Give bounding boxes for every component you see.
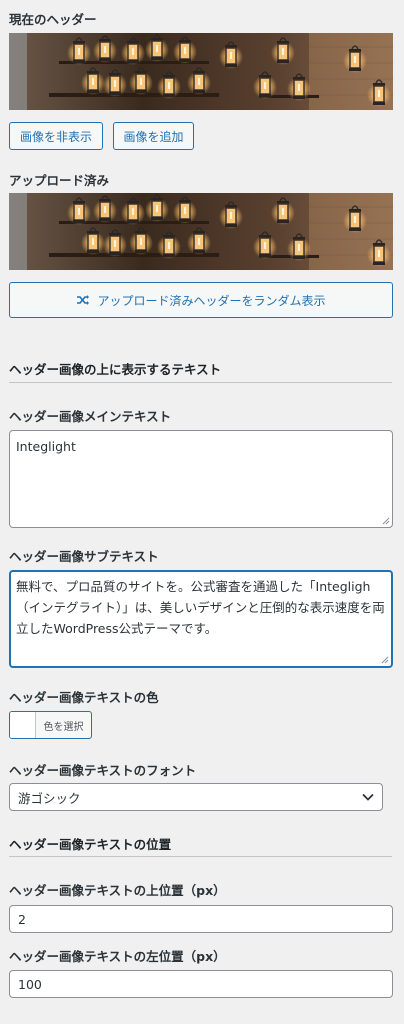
color-picker-label: 色を選択 <box>43 721 84 733</box>
section-divider <box>9 856 392 857</box>
text-top-value: 2 <box>18 911 26 927</box>
resize-handle-icon[interactable] <box>381 516 390 525</box>
sub-text-value: 無料で、プロ品質のサイトを。公式審査を通過した「Integligh（インテグライ… <box>16 579 385 636</box>
text-top-input[interactable]: 2 <box>9 905 393 933</box>
resize-handle-icon[interactable] <box>380 655 389 664</box>
uploaded-label: アップロード済み <box>9 173 110 188</box>
uploaded-header-image[interactable] <box>9 193 393 270</box>
text-left-label: ヘッダー画像テキストの左位置（px） <box>9 949 226 964</box>
text-color-label: ヘッダー画像テキストの色 <box>9 690 159 705</box>
color-picker-button[interactable]: 色を選択 <box>9 711 92 739</box>
position-section-title: ヘッダー画像テキストの位置 <box>9 837 172 852</box>
text-font-label: ヘッダー画像テキストのフォント <box>9 763 197 778</box>
text-left-value: 100 <box>18 976 42 992</box>
font-select-value: 游ゴシック <box>18 790 81 806</box>
randomize-button-label: アップロード済みヘッダーをランダム表示 <box>97 293 326 308</box>
color-swatch <box>10 712 36 738</box>
main-text-value: Integlight <box>16 439 76 454</box>
main-text-input[interactable]: Integlight <box>9 430 393 528</box>
hide-image-button[interactable]: 画像を非表示 <box>9 122 103 150</box>
main-text-label: ヘッダー画像メインテキスト <box>9 409 172 424</box>
current-header-image <box>9 33 393 110</box>
section-divider <box>9 382 392 383</box>
text-top-label: ヘッダー画像テキストの上位置（px） <box>9 883 226 898</box>
current-header-label: 現在のヘッダー <box>9 12 97 27</box>
text-left-input[interactable]: 100 <box>9 970 393 998</box>
chevron-down-icon <box>362 793 374 801</box>
sub-text-input[interactable]: 無料で、プロ品質のサイトを。公式審査を通過した「Integligh（インテグライ… <box>9 570 393 668</box>
shuffle-icon <box>76 294 90 306</box>
add-image-button[interactable]: 画像を追加 <box>113 122 194 150</box>
text-section-title: ヘッダー画像の上に表示するテキスト <box>9 362 222 377</box>
font-select[interactable]: 游ゴシック <box>9 783 383 811</box>
sub-text-label: ヘッダー画像サブテキスト <box>9 549 159 564</box>
randomize-uploaded-button[interactable]: アップロード済みヘッダーをランダム表示 <box>9 282 393 318</box>
